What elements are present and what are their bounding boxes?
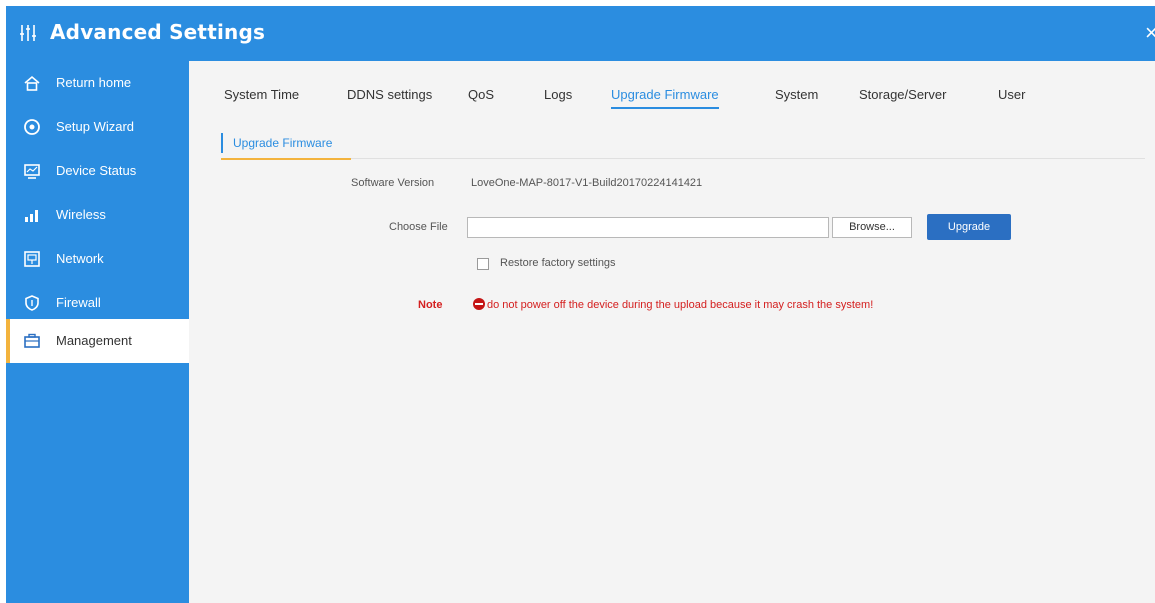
sidebar-item-label: Device Status — [56, 163, 137, 178]
tab-system-time[interactable]: System Time — [224, 87, 299, 102]
sidebar-item-label: Firewall — [56, 295, 101, 310]
sidebar-item-network[interactable]: Network — [6, 237, 189, 281]
sidebar-item-return-home[interactable]: Return home — [6, 61, 189, 105]
section-title: Upgrade Firmware — [221, 133, 332, 153]
network-icon — [24, 251, 40, 267]
sidebar-item-wireless[interactable]: Wireless — [6, 193, 189, 237]
app-window: Advanced Settings × Return home Setup Wi… — [6, 6, 1155, 603]
sidebar-item-label: Network — [56, 251, 104, 266]
close-icon[interactable]: × — [1145, 20, 1155, 46]
software-version-value: LoveOne-MAP-8017-V1-Build20170224141421 — [471, 177, 703, 189]
briefcase-icon — [24, 333, 40, 348]
sidebar-item-label: Wireless — [56, 207, 106, 222]
sidebar-item-label: Management — [56, 333, 132, 348]
monitor-icon — [24, 164, 40, 179]
home-icon — [24, 75, 40, 91]
sidebar-item-label: Return home — [56, 75, 132, 90]
browse-button[interactable]: Browse... — [832, 217, 912, 238]
tab-logs[interactable]: Logs — [544, 87, 572, 102]
upgrade-button[interactable]: Upgrade — [927, 214, 1011, 240]
restore-factory-label: Restore factory settings — [500, 257, 616, 269]
tab-upgrade-firmware[interactable]: Upgrade Firmware — [611, 87, 719, 109]
tab-ddns-settings[interactable]: DDNS settings — [347, 87, 432, 102]
wizard-icon — [24, 119, 40, 135]
window-title: Advanced Settings — [50, 20, 266, 44]
choose-file-label: Choose File — [389, 221, 448, 233]
file-path-input[interactable] — [467, 217, 829, 238]
tab-bar: System Time DDNS settings QoS Logs Upgra… — [189, 61, 1155, 119]
signal-icon — [25, 210, 38, 222]
section-accent-underline — [221, 158, 351, 160]
title-bar: Advanced Settings × — [6, 6, 1155, 61]
tab-system[interactable]: System — [775, 87, 818, 102]
warning-dot-icon — [473, 298, 485, 310]
note-label: Note — [418, 299, 443, 311]
note-text: do not power off the device during the u… — [487, 299, 874, 311]
tab-user[interactable]: User — [998, 87, 1025, 102]
tab-qos[interactable]: QoS — [468, 87, 494, 102]
main-content: System Time DDNS settings QoS Logs Upgra… — [189, 61, 1155, 603]
sidebar-item-management[interactable]: Management — [6, 319, 189, 363]
sidebar-item-device-status[interactable]: Device Status — [6, 149, 189, 193]
tab-storage-server[interactable]: Storage/Server — [859, 87, 946, 102]
sidebar: Return home Setup Wizard Device Status W… — [6, 61, 189, 603]
sidebar-item-label: Setup Wizard — [56, 119, 135, 134]
settings-sliders-icon — [20, 25, 36, 41]
software-version-label: Software Version — [351, 177, 435, 189]
section-divider — [351, 158, 1145, 159]
restore-factory-checkbox[interactable] — [477, 258, 489, 270]
shield-icon — [25, 295, 39, 311]
sidebar-item-setup-wizard[interactable]: Setup Wizard — [6, 105, 189, 149]
